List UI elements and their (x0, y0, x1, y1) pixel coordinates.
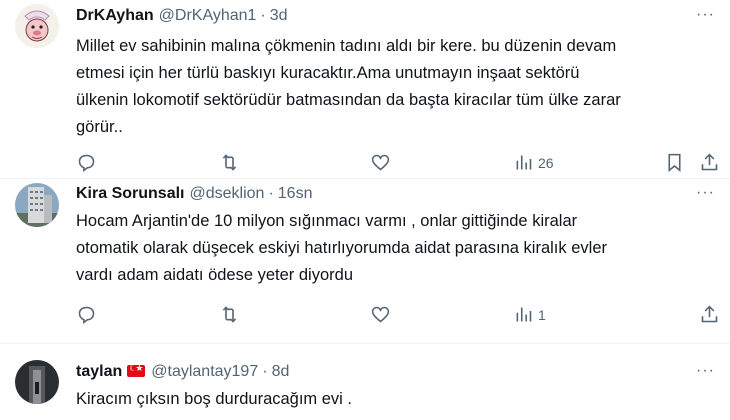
reply-button[interactable] (76, 304, 97, 325)
separator-dot: · (268, 185, 274, 202)
like-button[interactable] (370, 304, 391, 325)
tweet-1[interactable]: DrKAyhan @DrKAyhan1 · 3d ··· Millet ev s… (0, 0, 730, 178)
bookmark-button[interactable] (664, 152, 685, 173)
building-avatar-icon (15, 183, 59, 227)
views-button[interactable]: 1 (513, 304, 546, 325)
timestamp[interactable]: 16sn (278, 185, 313, 203)
more-icon[interactable]: ··· (696, 362, 715, 380)
like-icon (371, 154, 390, 171)
author-name[interactable]: taylan (76, 363, 122, 381)
author-handle[interactable]: @taylantay197 (151, 363, 258, 381)
views-count: 1 (538, 306, 546, 323)
author-name[interactable]: DrKAyhan (76, 7, 154, 25)
tweet-header: Kira Sorunsalı @dseklion · 16sn (76, 185, 312, 203)
views-count: 26 (538, 154, 554, 171)
retweet-icon (222, 306, 237, 323)
views-icon (516, 307, 532, 322)
author-handle[interactable]: @DrKAyhan1 (159, 7, 257, 25)
avatar-drkayhan[interactable] (15, 4, 59, 48)
views-button[interactable]: 26 (513, 152, 554, 173)
tunnel-avatar-icon (15, 360, 59, 404)
retweet-icon (222, 154, 237, 171)
avatar-kira-sorunsali[interactable] (15, 183, 59, 227)
tweet-text: Millet ev sahibinin malına çökmenin tadı… (76, 37, 621, 136)
retweet-button[interactable] (219, 304, 240, 325)
reply-icon (78, 306, 95, 324)
share-icon (701, 305, 718, 323)
reply-button[interactable] (76, 152, 97, 173)
separator-dot: · (260, 7, 266, 24)
timestamp[interactable]: 3d (270, 7, 288, 25)
action-bar: 1 (76, 304, 718, 328)
tweet-3[interactable]: taylan @taylantay197 · 8d ··· Kiracım çı… (0, 344, 730, 420)
avatar-taylan[interactable] (15, 360, 59, 404)
tweet-text: Hocam Arjantin'de 10 milyon sığınmacı va… (76, 212, 607, 284)
tweet-header: taylan @taylantay197 · 8d (76, 363, 289, 381)
timestamp[interactable]: 8d (272, 363, 290, 381)
like-icon (371, 306, 390, 323)
share-icon (701, 153, 718, 171)
retweet-button[interactable] (219, 152, 240, 173)
action-bar: 26 (76, 152, 718, 176)
share-button[interactable] (699, 152, 720, 173)
reply-icon (78, 154, 95, 172)
share-button[interactable] (699, 304, 720, 325)
turkey-flag-icon (127, 363, 146, 377)
like-button[interactable] (370, 152, 391, 173)
bookmark-icon (668, 153, 681, 173)
author-handle[interactable]: @dseklion (189, 185, 264, 203)
tweet-text: Kiracım çıksın boş durduracağım evi . (76, 390, 353, 408)
more-icon[interactable]: ··· (696, 184, 715, 202)
tweet-2[interactable]: Kira Sorunsalı @dseklion · 16sn ··· Hoca… (0, 179, 730, 339)
views-icon (516, 155, 532, 170)
separator-dot: · (262, 363, 268, 380)
tweet-header: DrKAyhan @DrKAyhan1 · 3d (76, 7, 288, 25)
author-name[interactable]: Kira Sorunsalı (76, 185, 184, 203)
more-icon[interactable]: ··· (696, 6, 715, 24)
avatar-cartoon-icon (15, 4, 59, 48)
